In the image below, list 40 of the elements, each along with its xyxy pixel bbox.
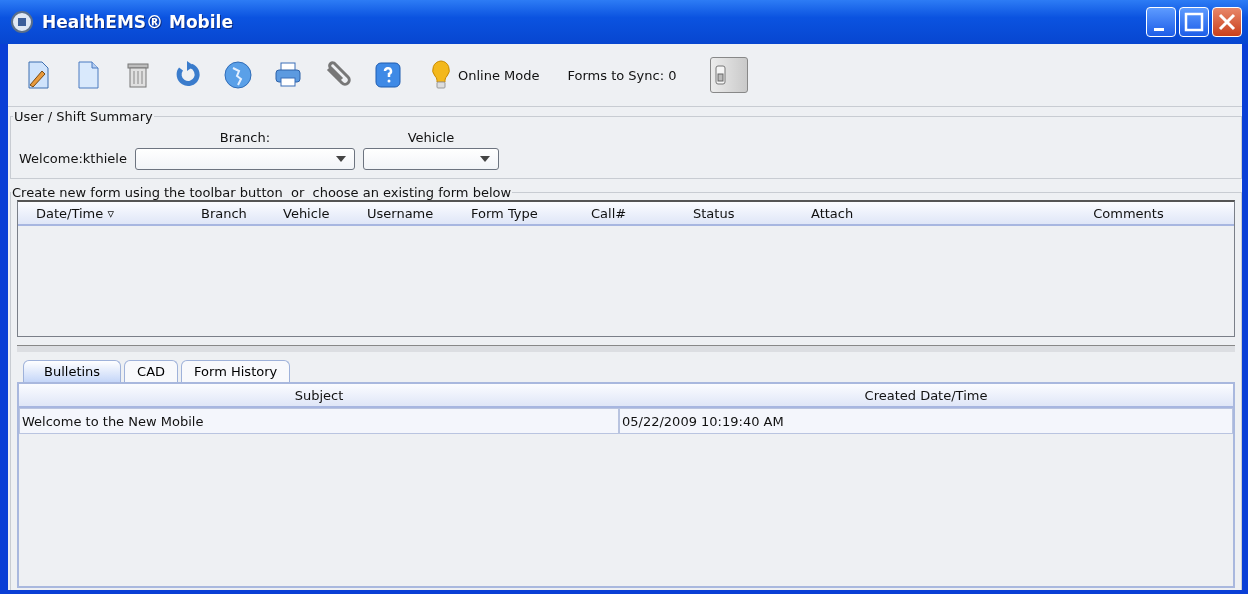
globe-icon xyxy=(222,59,254,91)
maximize-button[interactable] xyxy=(1179,7,1209,37)
column-header[interactable]: Call# xyxy=(573,205,675,221)
lightbulb-icon xyxy=(430,60,452,90)
column-header[interactable]: Username xyxy=(349,205,453,221)
window-title: HealthEMS® Mobile xyxy=(42,12,234,32)
column-header[interactable]: Comments xyxy=(1023,205,1234,221)
tab[interactable]: CAD xyxy=(124,360,179,382)
mode-status: Online Mode xyxy=(458,67,540,83)
tab[interactable]: Bulletins xyxy=(23,360,122,382)
table-cell: Welcome to the New Mobile xyxy=(19,408,619,434)
column-header[interactable]: Subject xyxy=(19,387,619,403)
splitter[interactable] xyxy=(17,345,1235,352)
minimize-button[interactable] xyxy=(1146,7,1176,37)
column-header[interactable]: Date/Time ▿ xyxy=(18,205,183,221)
app-logo-icon xyxy=(10,10,34,34)
close-icon xyxy=(1217,12,1237,32)
column-header[interactable]: Attach xyxy=(793,205,1023,221)
vehicle-label: Vehicle xyxy=(407,130,455,145)
sync-count: Forms to Sync: 0 xyxy=(567,67,677,83)
column-header[interactable]: Branch xyxy=(183,205,265,221)
minimize-icon xyxy=(1154,27,1164,31)
tab[interactable]: Form History xyxy=(181,360,291,382)
branch-label: Branch: xyxy=(219,130,271,145)
column-header[interactable]: Vehicle xyxy=(265,205,349,221)
vehicle-dropdown[interactable] xyxy=(362,148,499,170)
caret-icon xyxy=(479,156,490,162)
help-icon xyxy=(372,59,404,91)
caret-icon xyxy=(335,156,346,162)
welcome-text: Welcome:kthiele xyxy=(19,151,127,166)
column-header[interactable]: Status xyxy=(675,205,793,221)
table-cell: 05/22/2009 10:19:40 AM xyxy=(619,408,1233,434)
branch-dropdown[interactable] xyxy=(134,148,355,170)
panel-title: User / Shift Summary xyxy=(13,109,154,124)
column-header[interactable]: Created Date/Time xyxy=(619,387,1233,403)
sync-switch[interactable] xyxy=(710,57,749,93)
close-button[interactable] xyxy=(1212,7,1242,37)
maximize-icon xyxy=(1184,12,1204,32)
column-header[interactable]: Form Type xyxy=(453,205,573,221)
panel-title: Create new form using the toolbar button or choose an existing form below xyxy=(11,185,513,200)
